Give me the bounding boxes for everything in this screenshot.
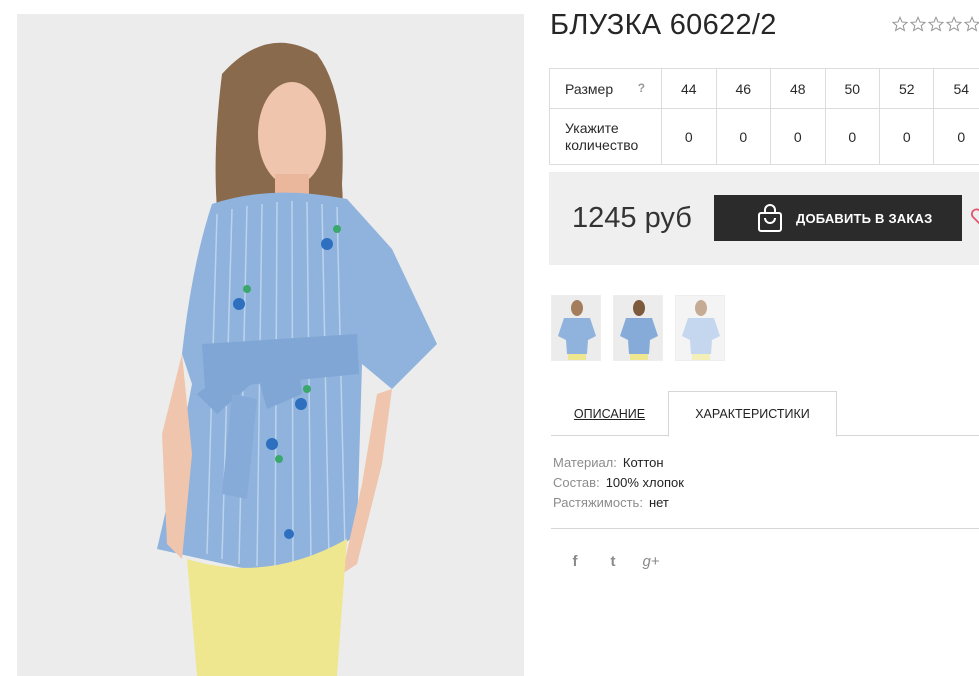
characteristics-list: Материал: Коттон Состав: 100% хлопок Растя… [553, 453, 684, 513]
add-to-order-label: ДОБАВИТЬ В ЗАКАЗ [796, 210, 933, 226]
star-outline-icon[interactable] [928, 16, 944, 32]
tab-description[interactable]: ОПИСАНИЕ [551, 391, 668, 436]
tab-characteristics[interactable]: ХАРАКТЕРИСТИКИ [668, 391, 837, 437]
size-value: 46 [715, 68, 772, 109]
thumbnail-image[interactable] [613, 295, 663, 361]
quantity-input[interactable]: 0 [661, 108, 717, 165]
star-outline-icon[interactable] [910, 16, 926, 32]
price-box: 1245 руб ДОБАВИТЬ В ЗАКАЗ [549, 172, 979, 265]
twitter-icon[interactable]: t [604, 553, 622, 570]
product-tabs: ОПИСАНИЕ ХАРАКТЕРИСТИКИ [551, 391, 979, 437]
star-outline-icon[interactable] [892, 16, 908, 32]
divider [551, 528, 979, 529]
quantity-row: Укажите количество 0 0 0 0 0 0 [548, 108, 979, 165]
heart-icon[interactable] [970, 205, 979, 227]
characteristic-value: Коттон [622, 455, 664, 470]
add-to-order-button[interactable]: ДОБАВИТЬ В ЗАКАЗ [714, 195, 962, 241]
product-main-image[interactable] [17, 14, 524, 676]
quantity-input[interactable]: 0 [715, 108, 772, 165]
star-outline-icon[interactable] [964, 16, 979, 32]
list-item: Состав: 100% хлопок [553, 473, 684, 493]
social-share: f t g+ [566, 553, 660, 570]
size-row: Размер ? 44 46 48 50 52 54 [548, 68, 979, 109]
size-value: 44 [661, 68, 717, 109]
quantity-input[interactable]: 0 [824, 108, 881, 165]
quantity-input[interactable]: 0 [878, 108, 935, 165]
quantity-label-cell: Укажите количество [548, 108, 663, 165]
quantity-input[interactable]: 0 [770, 108, 826, 165]
product-price: 1245 руб [572, 202, 692, 234]
thumbnail-image[interactable] [675, 295, 725, 361]
characteristic-key: Растяжимость: [553, 495, 643, 510]
characteristic-value: 100% хлопок [605, 475, 684, 490]
characteristic-key: Материал: [553, 455, 617, 470]
size-help-icon[interactable]: ? [638, 81, 645, 95]
size-label: Размер [565, 80, 614, 97]
size-table: Размер ? 44 46 48 50 52 54 Укажите колич… [548, 68, 979, 165]
list-item: Растяжимость: нет [553, 493, 684, 513]
product-title: БЛУЗКА 60622/2 [550, 9, 777, 41]
thumbnail-gallery [551, 295, 725, 361]
shopping-bag-icon [758, 204, 782, 232]
characteristic-key: Состав: [553, 475, 600, 490]
list-item: Материал: Коттон [553, 453, 684, 473]
thumbnail-image[interactable] [551, 295, 601, 361]
facebook-icon[interactable]: f [566, 553, 584, 570]
star-outline-icon[interactable] [946, 16, 962, 32]
size-value: 48 [770, 68, 826, 109]
size-value: 50 [824, 68, 881, 109]
size-label-cell: Размер ? [548, 68, 663, 109]
size-value: 54 [933, 68, 979, 109]
quantity-input[interactable]: 0 [933, 108, 979, 165]
characteristic-value: нет [648, 495, 669, 510]
google-plus-icon[interactable]: g+ [642, 553, 660, 570]
size-value: 52 [878, 68, 935, 109]
rating[interactable] [892, 16, 979, 32]
quantity-label: Укажите количество [565, 119, 639, 153]
